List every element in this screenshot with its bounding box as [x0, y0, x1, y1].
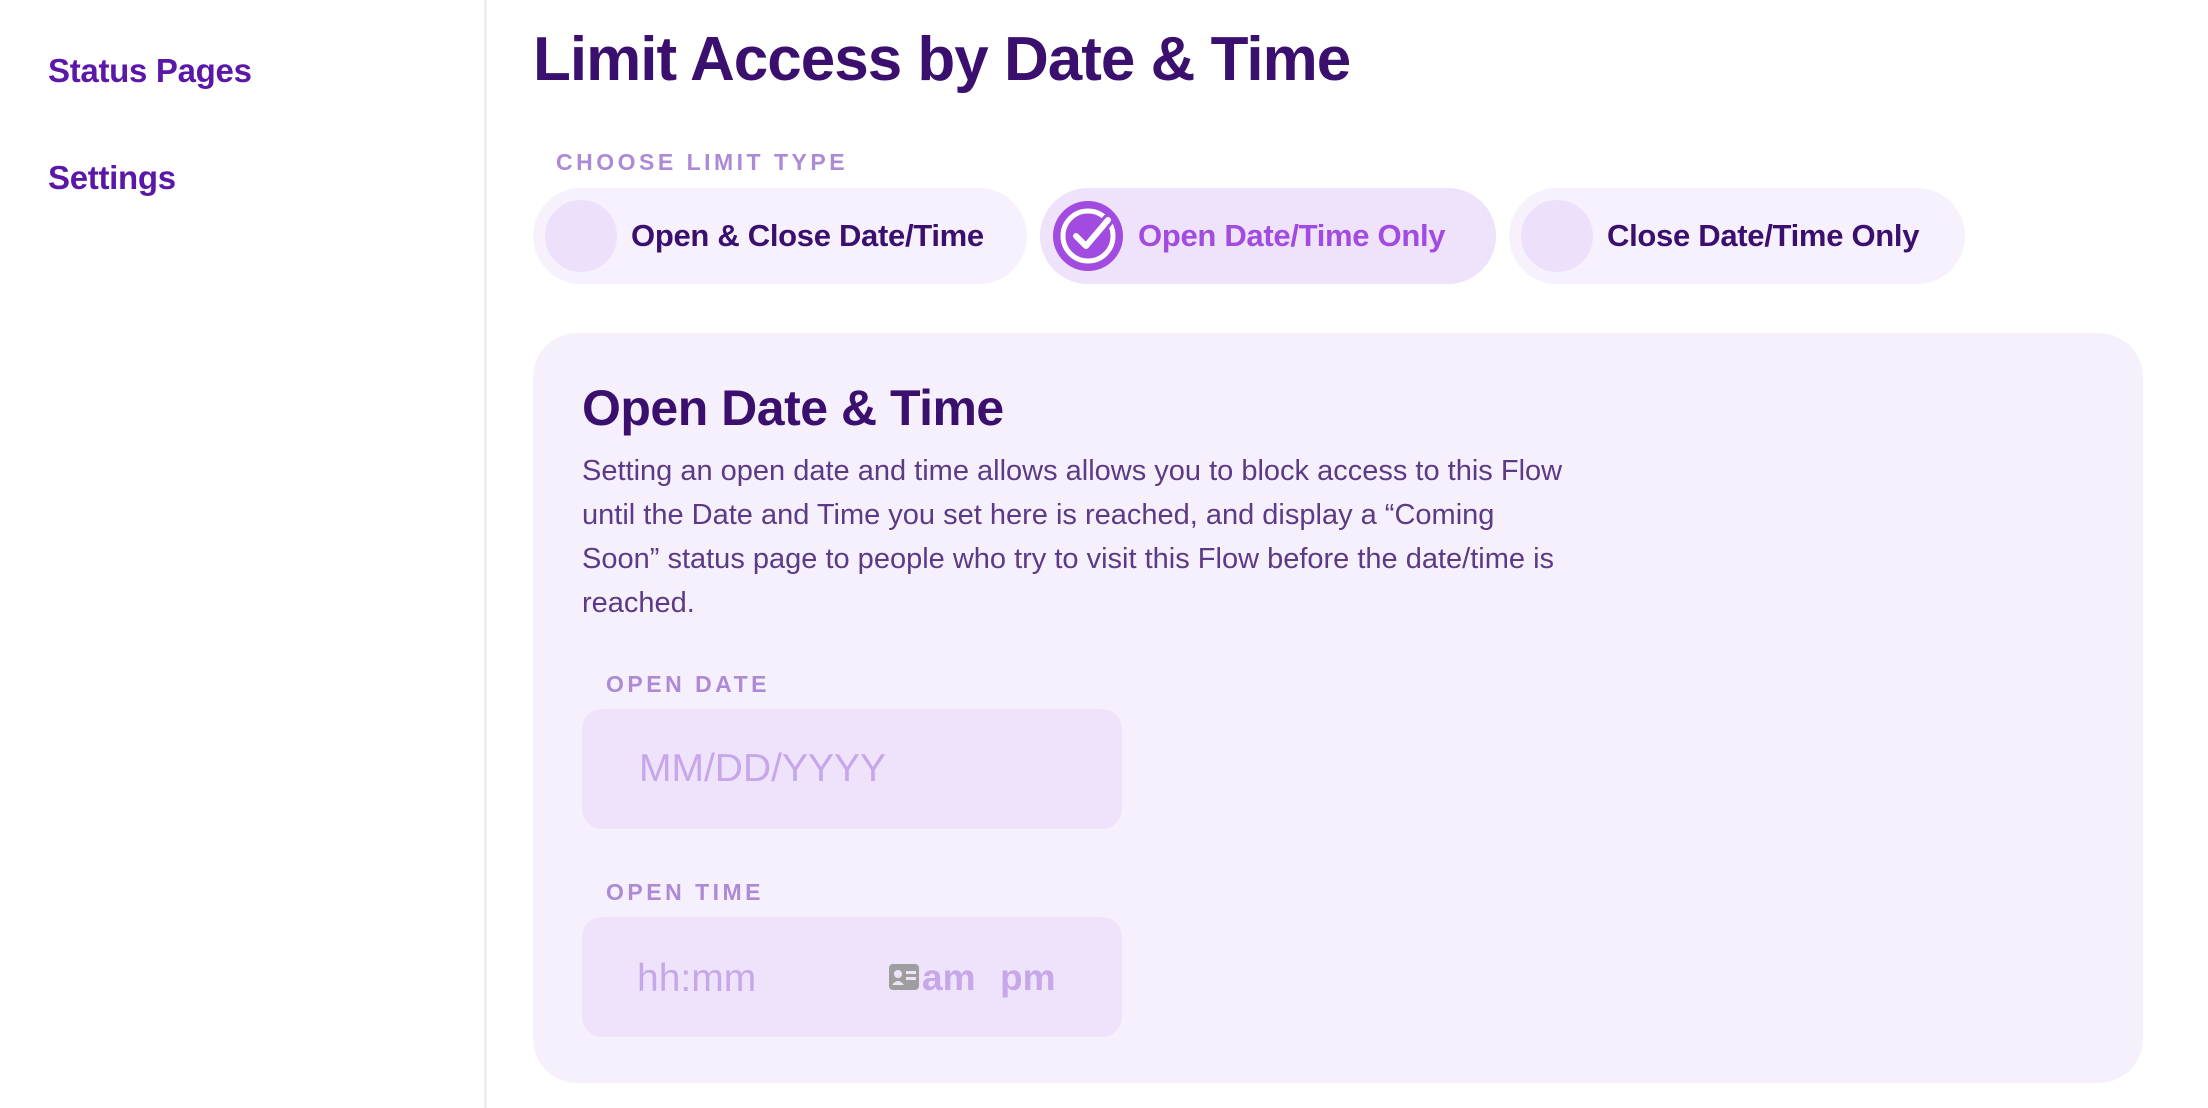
radio-unchecked-icon: [545, 200, 617, 272]
open-date-input[interactable]: MM/DD/YYYY: [582, 709, 1122, 829]
sidebar-item-settings[interactable]: Settings: [48, 159, 176, 197]
open-date-label: OPEN DATE: [606, 671, 770, 697]
contact-card-icon[interactable]: [888, 963, 920, 991]
radio-unchecked-icon: [1521, 200, 1593, 272]
sidebar: Status Pages Settings: [0, 0, 484, 1108]
page-title: Limit Access by Date & Time: [533, 25, 1351, 94]
radio-label: Close Date/Time Only: [1607, 218, 1920, 253]
sidebar-item-status-pages[interactable]: Status Pages: [48, 52, 252, 90]
card-title: Open Date & Time: [582, 380, 1004, 436]
radio-label: Open & Close Date/Time: [631, 218, 984, 253]
open-date-placeholder: MM/DD/YYYY: [639, 747, 887, 790]
open-time-label: OPEN TIME: [606, 879, 765, 905]
card-description: Setting an open date and time allows all…: [582, 455, 1563, 619]
pm-toggle[interactable]: pm: [1000, 957, 1056, 999]
open-time-placeholder: hh:mm: [637, 957, 757, 1000]
am-toggle[interactable]: am: [922, 957, 975, 999]
main-content: Limit Access by Date & Time CHOOSE LIMIT…: [487, 0, 2208, 1108]
check-circle-icon: [1053, 201, 1123, 271]
radio-open-close[interactable]: Open & Close Date/Time: [533, 188, 1027, 284]
limit-type-label: CHOOSE LIMIT TYPE: [556, 149, 849, 175]
open-time-input[interactable]: hh:mm am pm: [582, 917, 1122, 1037]
radio-label: Open Date/Time Only: [1138, 218, 1446, 253]
radio-open-only[interactable]: Open Date/Time Only: [1040, 188, 1496, 284]
radio-close-only[interactable]: Close Date/Time Only: [1509, 188, 1965, 284]
open-date-time-card: Open Date & Time Setting an open date an…: [533, 333, 2143, 1083]
